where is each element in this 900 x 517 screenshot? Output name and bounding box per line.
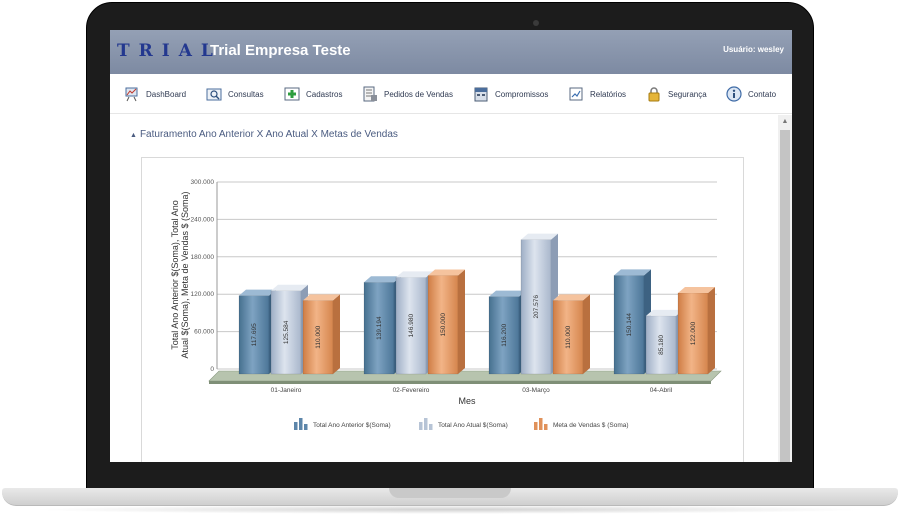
bar-value-label: 207.576 bbox=[533, 295, 540, 319]
calendar-icon bbox=[474, 87, 488, 102]
y-tick-label: 240.000 bbox=[191, 216, 215, 223]
menu-label: DashBoard bbox=[146, 89, 187, 99]
y-tick-label: 120.000 bbox=[191, 291, 215, 298]
menu-label: Segurança bbox=[668, 89, 707, 99]
bar-value-label: 85.180 bbox=[658, 335, 665, 355]
legend-item[interactable]: Total Ano Anterior $(Soma) bbox=[294, 418, 391, 430]
user-label[interactable]: Usuário: wesley bbox=[723, 45, 784, 54]
y-tick-label: 300.000 bbox=[191, 179, 215, 186]
bar-value-label: 110.000 bbox=[565, 325, 572, 348]
legend-item[interactable]: Meta de Vendas $ (Soma) bbox=[534, 418, 629, 430]
bar-value-label: 110.000 bbox=[315, 325, 322, 348]
info-icon bbox=[726, 86, 742, 102]
x-axis-label: Mes bbox=[458, 396, 476, 406]
menu-label: Pedidos de Vendas bbox=[384, 89, 453, 99]
scroll-up-arrow-icon[interactable]: ▲ bbox=[778, 115, 792, 129]
company-name: Trial Empresa Teste bbox=[210, 42, 351, 59]
menu-item-cadastros[interactable]: Cadastros bbox=[284, 84, 342, 104]
y-tick-label: 0 bbox=[210, 366, 214, 373]
dashboard-icon bbox=[125, 87, 138, 102]
x-tick-label: 03-Março bbox=[522, 387, 550, 394]
app-screen: TRIAL Trial Empresa Teste Usuário: wesle… bbox=[110, 30, 792, 462]
menu-item-seguranca[interactable]: Segurança bbox=[646, 84, 707, 104]
bar-value-label: 139.194 bbox=[376, 316, 383, 340]
laptop-shadow bbox=[30, 505, 870, 514]
legend-bar-icon bbox=[539, 418, 543, 430]
x-tick-label: 02-Fevereiro bbox=[393, 387, 430, 394]
sales-orders-icon bbox=[363, 86, 377, 102]
legend-label: Total Ano Atual $(Soma) bbox=[438, 422, 508, 429]
menu-item-relatorios[interactable]: Relatórios bbox=[568, 84, 626, 104]
menu-item-pedidos[interactable]: Pedidos de Vendas bbox=[362, 84, 453, 104]
camera-icon bbox=[533, 20, 539, 26]
bar-value-label: 116.200 bbox=[501, 323, 508, 346]
menu-item-consultas[interactable]: Consultas bbox=[206, 84, 264, 104]
menu-label: Contato bbox=[748, 89, 777, 99]
bar-value-label: 150.144 bbox=[626, 313, 633, 337]
x-tick-label: 04-Abril bbox=[650, 387, 673, 394]
menu-label: Cadastros bbox=[306, 89, 343, 99]
menu-label: Consultas bbox=[228, 89, 264, 99]
main-menu: DashBoard Consultas Cadastros Pedidos de… bbox=[110, 74, 792, 114]
brand-logo: TRIAL bbox=[117, 41, 222, 61]
scroll-thumb[interactable] bbox=[780, 130, 790, 462]
vertical-scrollbar[interactable]: ▲ bbox=[778, 115, 792, 462]
lock-icon bbox=[648, 87, 660, 102]
y-axis-label: Total Ano Anterior $(Soma), Total AnoAtu… bbox=[170, 191, 190, 358]
app-header: TRIAL Trial Empresa Teste Usuário: wesle… bbox=[110, 30, 792, 74]
legend-bar-icon bbox=[544, 424, 548, 430]
legend-bar-icon bbox=[419, 422, 423, 430]
legend-bar-icon bbox=[294, 422, 298, 430]
menu-item-dashboard[interactable]: DashBoard bbox=[124, 84, 186, 104]
legend-bar-icon bbox=[299, 418, 303, 430]
reports-icon bbox=[569, 87, 583, 101]
menu-item-contato[interactable]: Contato bbox=[726, 84, 776, 104]
laptop-notch bbox=[389, 488, 511, 498]
legend-label: Total Ano Anterior $(Soma) bbox=[313, 422, 391, 429]
bar-value-label: 146.980 bbox=[408, 314, 415, 338]
y-tick-label: 180.000 bbox=[191, 254, 215, 261]
add-icon bbox=[284, 87, 300, 101]
bar-value-label: 122.000 bbox=[690, 321, 697, 345]
bar-chart: 117.695 125.584 110.000 139.194 146.980 150.0… bbox=[170, 179, 722, 430]
legend-bar-icon bbox=[534, 422, 538, 430]
menu-label: Relatórios bbox=[590, 89, 627, 99]
legend-label: Meta de Vendas $ (Soma) bbox=[553, 422, 629, 429]
chart-floor-edge bbox=[209, 381, 711, 384]
collapse-caret-icon[interactable]: ▲ bbox=[130, 132, 137, 139]
bar-side bbox=[583, 294, 590, 374]
section-header[interactable]: ▲ Faturamento Ano Anterior X Ano Atual X … bbox=[130, 129, 398, 140]
menu-item-compromissos[interactable]: Compromissos bbox=[473, 84, 548, 104]
bar-side bbox=[458, 269, 465, 374]
laptop-mockup: TRIAL Trial Empresa Teste Usuário: wesle… bbox=[0, 0, 900, 517]
section-title: Faturamento Ano Anterior X Ano Atual X M… bbox=[139, 129, 398, 140]
search-document-icon bbox=[206, 88, 222, 101]
bar-side bbox=[708, 286, 715, 374]
bar-value-label: 125.584 bbox=[283, 320, 290, 344]
legend-item[interactable]: Total Ano Atual $(Soma) bbox=[419, 418, 508, 430]
legend-bar-icon bbox=[429, 424, 433, 430]
bar-value-label: 117.695 bbox=[251, 323, 258, 346]
menu-label: Compromissos bbox=[495, 89, 549, 99]
chart-panel: 117.695 125.584 110.000 139.194 146.980 150.0… bbox=[141, 157, 744, 462]
legend-bar-icon bbox=[424, 418, 428, 430]
y-tick-label: 60.000 bbox=[194, 329, 214, 336]
bar-side bbox=[333, 294, 340, 374]
x-tick-label: 01-Janeiro bbox=[271, 387, 302, 394]
bar-value-label: 150.000 bbox=[440, 313, 447, 337]
main-content: ▲ Faturamento Ano Anterior X Ano Atual X … bbox=[110, 115, 778, 462]
legend-bar-icon bbox=[304, 424, 308, 430]
